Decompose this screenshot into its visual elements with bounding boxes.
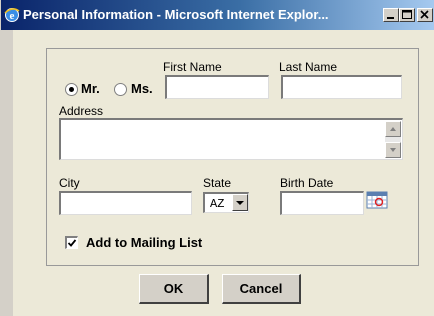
first-name-input[interactable] bbox=[165, 75, 269, 99]
cancel-button[interactable]: Cancel bbox=[222, 274, 301, 304]
close-button[interactable] bbox=[417, 8, 433, 22]
radio-ms[interactable] bbox=[114, 83, 127, 96]
address-label: Address bbox=[59, 104, 104, 118]
svg-text:e: e bbox=[10, 10, 15, 22]
mailing-list-label: Add to Mailing List bbox=[86, 235, 203, 250]
address-scrollbar[interactable] bbox=[385, 121, 401, 158]
close-icon bbox=[420, 10, 429, 19]
last-name-input[interactable] bbox=[281, 75, 402, 99]
state-select-value: AZ bbox=[210, 197, 225, 211]
state-select[interactable]: AZ bbox=[203, 192, 249, 213]
maximize-button[interactable] bbox=[399, 8, 415, 22]
address-textarea[interactable] bbox=[59, 118, 403, 160]
calendar-icon[interactable] bbox=[366, 191, 388, 209]
ok-button[interactable]: OK bbox=[139, 274, 209, 304]
arrow-down-icon bbox=[390, 148, 396, 152]
chevron-down-icon bbox=[236, 201, 244, 205]
last-name-label: Last Name bbox=[279, 60, 338, 74]
first-name-label: First Name bbox=[163, 60, 222, 74]
checkmark-icon bbox=[67, 239, 77, 247]
mailing-list-checkbox[interactable] bbox=[65, 236, 78, 249]
scroll-down-button[interactable] bbox=[385, 142, 401, 158]
title-bar[interactable]: e Personal Information - Microsoft Inter… bbox=[1, 0, 434, 30]
radio-mr[interactable] bbox=[65, 83, 78, 96]
birth-date-label: Birth Date bbox=[280, 176, 334, 190]
radio-ms-label: Ms. bbox=[131, 81, 153, 96]
scroll-up-button[interactable] bbox=[385, 121, 401, 137]
minimize-button[interactable] bbox=[383, 8, 399, 22]
arrow-up-icon bbox=[390, 127, 396, 131]
dialog-window: e Personal Information - Microsoft Inter… bbox=[0, 0, 434, 316]
maximize-icon bbox=[402, 10, 412, 19]
state-dropdown-button[interactable] bbox=[232, 194, 248, 211]
minimize-icon bbox=[387, 17, 394, 19]
city-label: City bbox=[59, 176, 80, 190]
radio-mr-label: Mr. bbox=[81, 81, 100, 96]
state-label: State bbox=[203, 176, 232, 190]
window-title: Personal Information - Microsoft Interne… bbox=[23, 7, 329, 22]
birth-date-input[interactable] bbox=[280, 191, 364, 215]
ie-icon: e bbox=[4, 7, 20, 23]
radio-selected-dot bbox=[69, 87, 74, 92]
city-input[interactable] bbox=[59, 191, 192, 215]
